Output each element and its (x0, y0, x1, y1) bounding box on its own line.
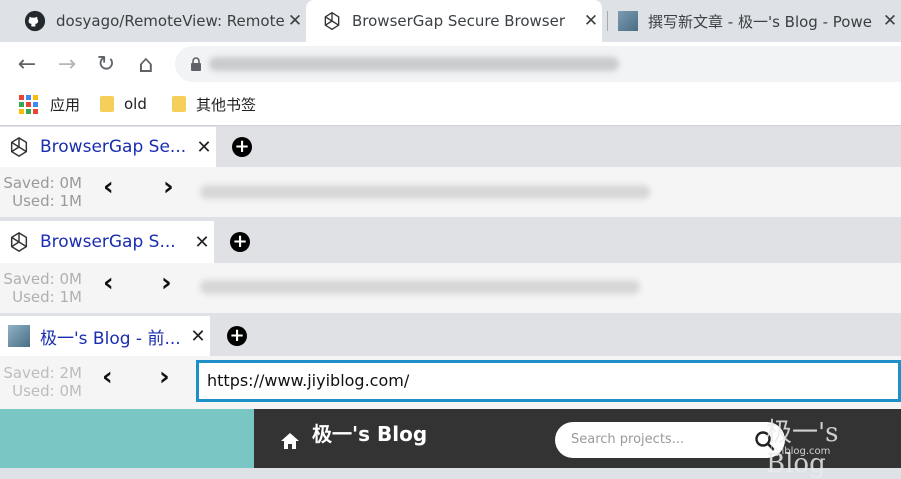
new-tab-plus-icon[interactable]: + (232, 137, 252, 157)
address-bar[interactable] (175, 46, 901, 82)
used-stat: Used: 1M (12, 288, 82, 306)
saved-stat: Saved: 0M (3, 174, 82, 192)
page-teal-panel (0, 409, 254, 468)
chrome-tab-browsergap[interactable]: BrowserGap Secure Browser ✕ (306, 0, 602, 42)
apps-icon (19, 94, 38, 114)
back-button[interactable]: ← (13, 50, 41, 78)
browsergap-tab-strip-2: BrowserGap S... ✕ + (0, 221, 901, 263)
folder-icon (172, 96, 186, 112)
bookmark-label: 其他书签 (196, 95, 257, 114)
browsergap-tab[interactable]: BrowserGap S... ✕ (0, 221, 214, 263)
blurred-url (200, 280, 640, 294)
saved-stat: Saved: 2M (3, 364, 82, 382)
saved-stat: Saved: 0M (3, 270, 82, 288)
home-button[interactable]: ⌂ (132, 50, 160, 78)
close-icon[interactable]: ✕ (580, 11, 602, 31)
browsergap-icon (10, 231, 28, 253)
back-arrow-button[interactable]: ‹ (102, 362, 113, 392)
forward-arrow-button[interactable]: › (163, 172, 174, 202)
blog-favicon-icon (618, 11, 638, 31)
chrome-tab-blog[interactable]: 撰写新文章 - 极一's Blog - Powe ✕ (612, 0, 901, 42)
browsergap-tab-title: 极一's Blog - 前... (40, 328, 181, 349)
close-icon[interactable]: ✕ (879, 11, 901, 31)
browsergap-toolbar-2: Saved: 0M Used: 1M ‹ › (0, 263, 901, 313)
close-icon[interactable]: ✕ (192, 137, 216, 158)
folder-icon (100, 96, 114, 112)
chrome-tab-title: 撰写新文章 - 极一's Blog - Powe (648, 12, 872, 31)
browsergap-icon (324, 11, 340, 31)
blog-title-link[interactable]: 极一's Blog (312, 418, 427, 447)
reload-button[interactable]: ↻ (92, 50, 120, 78)
new-tab-plus-icon[interactable]: + (227, 326, 247, 346)
used-stat: Used: 1M (12, 192, 82, 210)
back-arrow-button[interactable]: ‹ (103, 172, 114, 202)
blurred-url (209, 57, 619, 71)
blurred-url (200, 185, 650, 199)
chrome-tab-title: dosyago/RemoteView: Remote (56, 12, 284, 30)
browsergap-icon (10, 136, 28, 158)
home-icon[interactable] (280, 432, 300, 450)
chrome-tab-title: BrowserGap Secure Browser (352, 12, 566, 30)
usage-stats: Saved: 2M Used: 0M (0, 364, 82, 400)
used-stat: Used: 0M (12, 382, 82, 400)
tab-separator (607, 11, 608, 31)
bookmark-apps[interactable]: 应用 (19, 86, 80, 122)
close-icon[interactable]: ✕ (284, 11, 306, 31)
browser-toolbar: ← → ↻ ⌂ (0, 42, 901, 86)
watermark-sub: jiyiblog.com (770, 446, 831, 457)
bookmarks-bar: 应用 old 其他书签 (0, 86, 901, 126)
chrome-tab-remoteview[interactable]: dosyago/RemoteView: Remote ✕ (14, 0, 306, 42)
close-icon[interactable]: ✕ (186, 326, 210, 347)
browsergap-tab[interactable]: BrowserGap Se... ✕ (0, 127, 216, 167)
forward-arrow-button[interactable]: › (161, 268, 172, 298)
url-input[interactable]: https://www.jiyiblog.com/ (196, 360, 901, 402)
browser-tab-strip: dosyago/RemoteView: Remote ✕ BrowserGap … (0, 0, 901, 42)
usage-stats: Saved: 0M Used: 1M (0, 174, 82, 210)
bookmark-old[interactable]: old (100, 86, 147, 122)
browsergap-tab[interactable]: 极一's Blog - 前... ✕ (0, 316, 210, 356)
search-input[interactable]: Search projects... (555, 422, 785, 458)
browsergap-tab-title: BrowserGap S... (40, 232, 176, 252)
forward-arrow-button[interactable]: › (159, 362, 170, 392)
forward-button[interactable]: → (53, 50, 81, 78)
browsergap-tab-strip-1: BrowserGap Se... ✕ + (0, 127, 901, 167)
browsergap-tab-title: BrowserGap Se... (40, 137, 187, 157)
browsergap-toolbar-1: Saved: 0M Used: 1M ‹ › (0, 167, 901, 217)
blog-favicon-icon (8, 325, 30, 347)
bookmark-other[interactable]: 其他书签 (172, 86, 256, 122)
lock-icon (191, 57, 201, 71)
browsergap-tab-strip-3: 极一's Blog - 前... ✕ + (0, 316, 901, 356)
bookmark-label: 应用 (50, 95, 81, 114)
usage-stats: Saved: 0M Used: 1M (0, 270, 82, 306)
close-icon[interactable]: ✕ (190, 232, 214, 253)
github-icon (24, 10, 46, 32)
bookmark-label: old (124, 95, 147, 113)
new-tab-plus-icon[interactable]: + (230, 232, 250, 252)
back-arrow-button[interactable]: ‹ (103, 268, 114, 298)
